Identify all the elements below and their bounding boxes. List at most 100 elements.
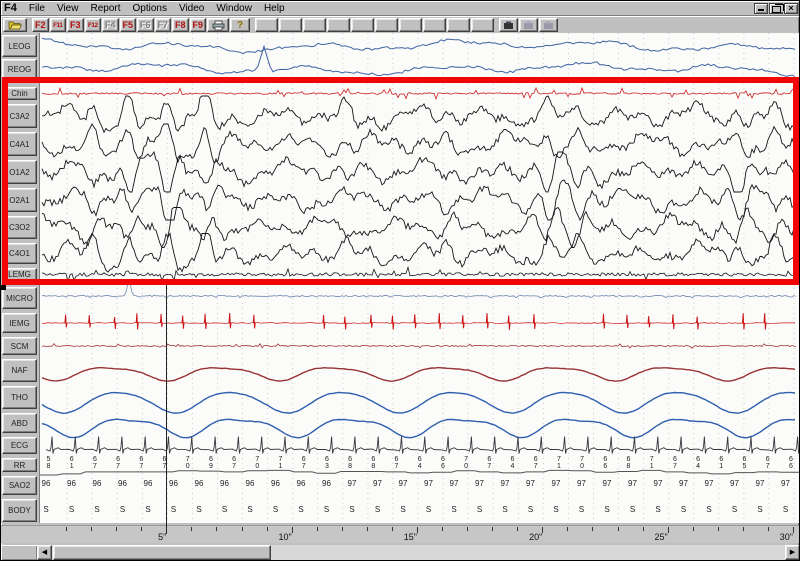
camera-button[interactable] xyxy=(499,18,518,32)
ruler-label: 20" xyxy=(516,532,542,542)
help-button[interactable]: ? xyxy=(230,18,250,32)
restore-button[interactable] xyxy=(769,3,783,14)
channel-button-scm[interactable]: SCM xyxy=(2,337,37,355)
ruler-tick xyxy=(342,527,343,531)
channel-button-c4o1[interactable]: C4O1 xyxy=(2,243,37,264)
print-button[interactable] xyxy=(207,18,229,32)
ruler-tick xyxy=(643,527,644,531)
ruler-tick xyxy=(592,527,593,531)
menu-item-help[interactable]: Help xyxy=(258,3,291,14)
iemg-spike xyxy=(672,314,674,329)
channel-button-rr[interactable]: RR xyxy=(2,458,37,472)
channel-button-c3a2[interactable]: C3A2 xyxy=(2,104,37,128)
channel-button-ecg[interactable]: ECG xyxy=(2,437,37,454)
channel-button-reog[interactable]: REOG xyxy=(2,59,37,79)
rr-value: 6 6 xyxy=(786,457,795,470)
channel-button-micro[interactable]: MICRO xyxy=(2,287,37,309)
iemg-spike xyxy=(229,313,231,328)
fkey-f3-button[interactable]: F3 xyxy=(67,18,84,32)
channel-button-naf[interactable]: NAF xyxy=(2,359,37,382)
sao2-value: 96 xyxy=(141,480,155,488)
ruler-label: 15" xyxy=(391,532,417,542)
iemg-spike xyxy=(462,315,464,328)
body-position-value: S xyxy=(118,506,128,514)
channel-button-iemg[interactable]: IEMG xyxy=(2,313,37,333)
rr-value: 6 8 xyxy=(624,457,633,470)
ruler-tick xyxy=(793,527,794,533)
ruler-tick xyxy=(91,527,92,531)
fkey-f6-button: F6 xyxy=(137,18,154,32)
toolbar-blank-button xyxy=(447,18,470,32)
channel-button-tho[interactable]: THO xyxy=(2,386,37,409)
close-button[interactable]: × xyxy=(784,3,798,14)
ruler-tick xyxy=(492,527,493,531)
body-position-value: S xyxy=(373,506,383,514)
c3a2-trace xyxy=(42,96,796,132)
channel-button-c3o2[interactable]: C3O2 xyxy=(2,216,37,239)
channel-button-leog[interactable]: LEOG xyxy=(2,35,37,57)
ruler-tick xyxy=(442,527,443,531)
menu-item-window[interactable]: Window xyxy=(210,3,258,14)
body-position-value: S xyxy=(679,506,689,514)
scroll-right-button[interactable]: ▶ xyxy=(785,545,800,560)
channel-button-abd[interactable]: ABD xyxy=(2,413,37,433)
toolbar: F2F11F3F12F4F5F6F7F8F9? xyxy=(1,17,800,33)
fkey-f8-button[interactable]: F8 xyxy=(172,18,189,32)
ruler-tick xyxy=(467,527,468,531)
screen-icon xyxy=(523,21,534,30)
ruler-tick xyxy=(542,527,543,533)
content-area: LEOGREOG Chin C3A2 C4A1 O1A2 O2A1 C3O2 C4O1 LEMG… xyxy=(1,33,800,523)
open-file-button[interactable] xyxy=(3,18,27,32)
epoch-cursor-line[interactable] xyxy=(166,285,167,534)
trace-plot-area[interactable]: 5 86 16 76 76 76 77 06 96 77 07 16 76 36… xyxy=(39,33,799,523)
channel-button-lemg[interactable]: LEMG xyxy=(2,268,37,281)
menu-item-view[interactable]: View xyxy=(51,3,85,14)
sao2-value: 97 xyxy=(677,480,691,488)
menu-item-file[interactable]: File xyxy=(23,3,51,14)
channel-button-chin[interactable]: Chin xyxy=(2,87,37,100)
body-position-value: S xyxy=(577,506,587,514)
channel-button-c4a1[interactable]: C4A1 xyxy=(2,132,37,156)
rr-value: 6 1 xyxy=(717,457,726,470)
channel-button-sao2[interactable]: SAO2 xyxy=(2,476,37,495)
fkey-f5-button[interactable]: F5 xyxy=(120,18,137,32)
ecg-trace xyxy=(46,437,800,454)
iemg-spike xyxy=(648,316,650,327)
ruler-tick xyxy=(191,527,192,531)
menu-item-options[interactable]: Options xyxy=(126,3,172,14)
ruler-tick xyxy=(66,527,67,531)
rr-value: 6 9 xyxy=(206,457,215,470)
menu-item-report[interactable]: Report xyxy=(84,3,126,14)
sao2-value: 96 xyxy=(167,480,181,488)
fkey-f12-button[interactable]: F12 xyxy=(85,18,102,32)
fkey-f9-button[interactable]: F9 xyxy=(190,18,207,32)
channel-button-o2a1[interactable]: O2A1 xyxy=(2,188,37,212)
channel-button-o1a2[interactable]: O1A2 xyxy=(2,160,37,184)
horizontal-scrollbar[interactable]: ◀ ▶ xyxy=(1,545,800,560)
o1a2-trace xyxy=(42,152,796,192)
rr-value: 7 0 xyxy=(578,457,587,470)
iemg-spike xyxy=(204,314,206,329)
lemg-trace xyxy=(42,267,796,281)
iemg-spike xyxy=(344,317,346,330)
iemg-spike xyxy=(743,313,745,329)
body-position-value: S xyxy=(475,506,485,514)
fkey-f2-button[interactable]: F2 xyxy=(32,18,49,32)
rr-value: 6 3 xyxy=(322,457,331,470)
body-position-value: S xyxy=(67,506,77,514)
c3o2-trace xyxy=(42,208,796,248)
minimize-button[interactable] xyxy=(754,3,768,14)
o2a1-trace xyxy=(42,180,796,220)
scroll-thumb[interactable] xyxy=(53,545,271,560)
channel-label-column: LEOGREOG Chin C3A2 C4A1 O1A2 O2A1 C3O2 C4O1 LEMG… xyxy=(1,33,39,523)
rr-value: 6 4 xyxy=(508,457,517,470)
sao2-value: 96 xyxy=(294,480,308,488)
fkey-f11-button[interactable]: F11 xyxy=(50,18,67,32)
iemg-spike xyxy=(136,313,138,329)
scroll-left-button[interactable]: ◀ xyxy=(37,545,52,560)
app-window: F4 FileViewReportOptionsVideoWindowHelp … xyxy=(0,0,800,561)
menu-item-video[interactable]: Video xyxy=(173,3,210,14)
body-position-value: S xyxy=(730,506,740,514)
channel-button-body[interactable]: BODY xyxy=(2,499,37,522)
sao2-value: 97 xyxy=(473,480,487,488)
